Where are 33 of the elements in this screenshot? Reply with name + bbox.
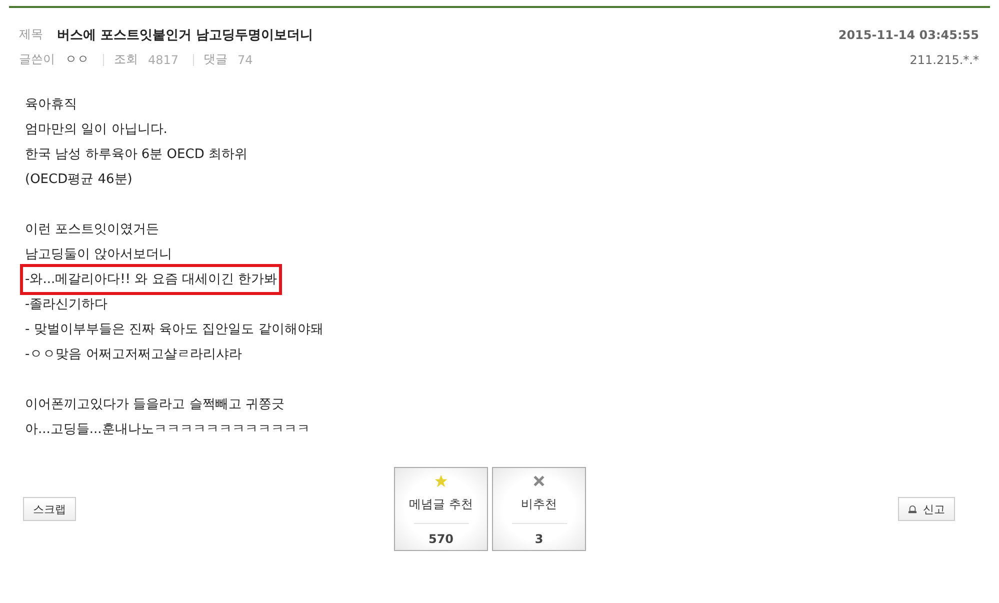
star-icon [434,474,448,488]
body-line: 엄마만의 일이 아닙니다. [24,121,168,139]
body-line: -졸라신기하다 [24,296,109,314]
body-line: 이런 포스트잇이였거든 [24,221,160,239]
body-line: - 맞벌이부부들은 진짜 육아도 집안일도 같이해야돼 [24,321,324,339]
meta-label: 댓글 [204,51,228,68]
author-name: ㅇㅇ [65,51,89,68]
vote-label: 비추천 [521,496,557,513]
title-label: 제목 [19,26,43,43]
post-title: 버스에 포스트잇붙인거 남고딩두명이보더니 [57,26,314,44]
meta-label: 글쓴이 [19,51,55,68]
x-icon [532,474,546,488]
scrap-button[interactable]: 스크랩 [23,497,76,521]
vote-button[interactable]: 메념글 추천 570 [394,467,488,551]
body-line: 한국 남성 하루육아 6분 OECD 최하위 [24,146,248,164]
body-line: 남고딩둘이 앉아서보더니 [24,246,174,264]
body-line: 이어폰끼고있다가 들을라고 슬쩍빼고 귀쫑긋 [24,396,286,414]
highlighted-line: -와...메갈리아다!! 와 요즘 대세이긴 한가봐 [23,267,280,292]
meta-label: 조회 [114,51,138,68]
body-line: 아...고딩들...훈내나노ㅋㅋㅋㅋㅋㅋㅋㅋㅋㅋㅋㅋ [24,421,311,439]
vote-count: 3 [534,532,544,546]
body-line: 육아휴직 [24,96,78,114]
body-line: (OECD평균 46분) [24,171,134,189]
meta-count: 4817 [148,52,179,66]
bell-icon [908,504,917,514]
ip-address: 211.215.*.* [910,52,979,66]
vote-label: 메념글 추천 [409,496,473,513]
meta-count: 74 [238,52,253,66]
vote-count: 570 [428,532,454,546]
body-line: -ㅇㅇ맞음 어쩌고저쩌고샬ㄹ라리샤라 [24,346,243,364]
vote-button[interactable]: 비추천 3 [492,467,586,551]
post-date: 2015-11-14 03:45:55 [838,28,979,42]
report-button[interactable]: 신고 [898,497,955,521]
